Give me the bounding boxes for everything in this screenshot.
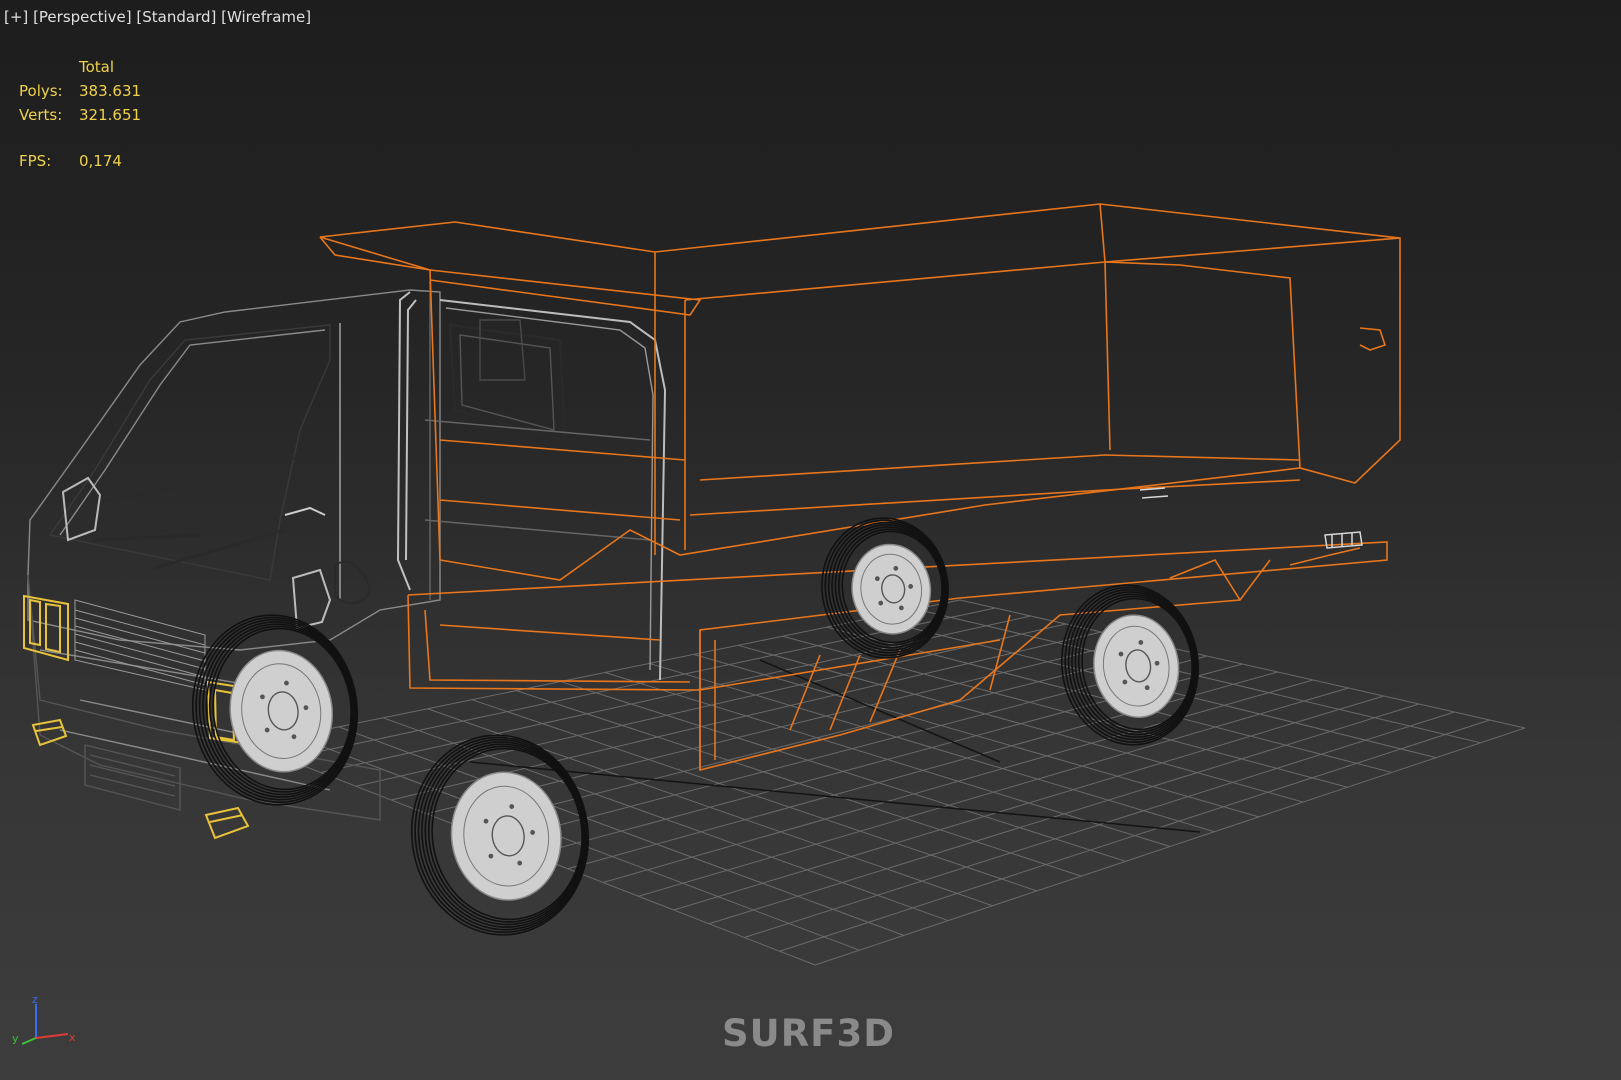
truck-cab[interactable] bbox=[27, 280, 667, 821]
rear-right-wheel[interactable] bbox=[1052, 576, 1209, 753]
viewport-scene[interactable] bbox=[0, 0, 1621, 1080]
gizmo-z-label: z bbox=[32, 994, 38, 1006]
gizmo-y-label: y bbox=[12, 1032, 19, 1045]
gizmo-x-label: x bbox=[69, 1031, 76, 1044]
tail-detail bbox=[1139, 487, 1363, 549]
axis-gizmo-icon: z y x bbox=[12, 994, 76, 1045]
rear-left-wheel[interactable] bbox=[813, 510, 957, 666]
watermark-logo: SURF3D bbox=[722, 1012, 895, 1055]
